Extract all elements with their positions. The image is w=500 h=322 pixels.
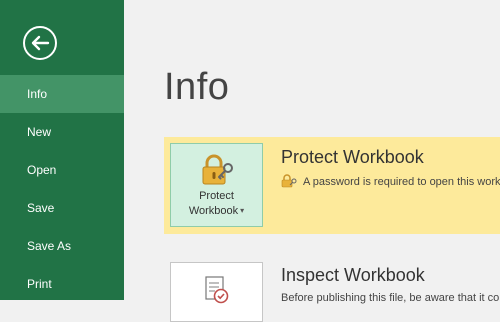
inspect-workbook-description: Before publishing this file, be aware th…	[281, 292, 500, 304]
document-check-icon	[205, 276, 229, 304]
protect-workbook-heading: Protect Workbook	[281, 147, 424, 167]
page-title: Info	[164, 66, 230, 108]
nav-item-info[interactable]: Info	[0, 75, 124, 113]
backstage-nav: Info New Open Save Save As Print	[0, 75, 124, 303]
protect-button-label-2: Workbook ▾	[188, 205, 245, 217]
protect-workbook-description: A password is required to open this work…	[281, 174, 500, 188]
check-for-issues-button[interactable]	[170, 262, 263, 322]
info-pane: Info Protect Workbook ▾ Protect Workbook …	[124, 0, 500, 322]
protect-button-label-1: Protect	[199, 190, 234, 202]
small-lock-icon	[281, 174, 297, 188]
backstage-sidebar: Info New Open Save Save As Print	[0, 0, 124, 300]
lock-key-icon	[202, 154, 233, 185]
dropdown-caret-icon: ▾	[240, 206, 245, 215]
nav-item-save[interactable]: Save	[0, 189, 124, 227]
protect-workbook-section: Protect Workbook ▾ Protect Workbook A pas…	[164, 137, 500, 234]
inspect-workbook-section: Inspect Workbook Before publishing this …	[164, 250, 500, 322]
nav-item-print[interactable]: Print	[0, 265, 124, 303]
inspect-workbook-heading: Inspect Workbook	[281, 265, 425, 285]
nav-item-save-as[interactable]: Save As	[0, 227, 124, 265]
nav-item-new[interactable]: New	[0, 113, 124, 151]
protect-workbook-button[interactable]: Protect Workbook ▾	[170, 143, 263, 227]
back-arrow-icon[interactable]	[22, 25, 58, 61]
nav-item-open[interactable]: Open	[0, 151, 124, 189]
